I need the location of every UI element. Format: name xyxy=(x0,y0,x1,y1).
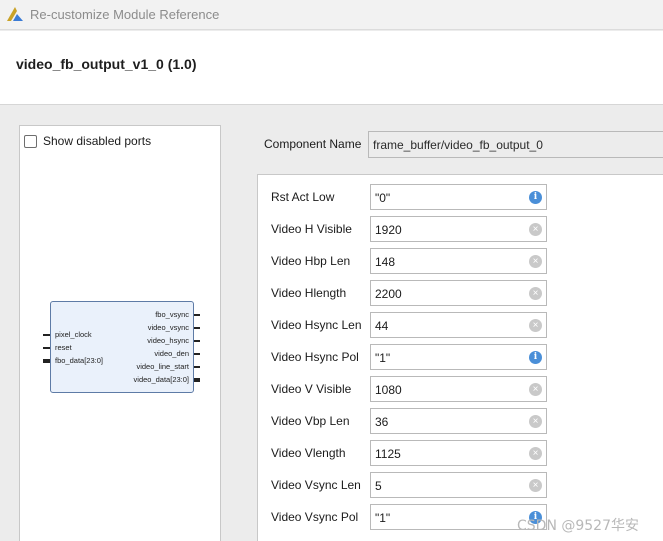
parameter-value: 1125 xyxy=(375,447,401,461)
parameter-label: Video Vbp Len xyxy=(271,414,350,428)
show-disabled-ports-label: Show disabled ports xyxy=(43,134,152,148)
parameter-value-field[interactable]: "1" i xyxy=(370,344,547,370)
clear-icon[interactable]: × xyxy=(529,319,542,332)
input-port-label: pixel_clock xyxy=(55,330,92,339)
parameter-value: "1" xyxy=(375,351,391,365)
clear-icon[interactable]: × xyxy=(529,223,542,236)
parameter-value-field[interactable]: 1125 × xyxy=(370,440,547,466)
clear-icon[interactable]: × xyxy=(529,383,542,396)
output-port-stub xyxy=(194,327,200,329)
parameter-row: Video Vlength 1125 × xyxy=(258,440,663,466)
parameter-value-field[interactable]: 148 × xyxy=(370,248,547,274)
module-header: video_fb_output_v1_0 (1.0) xyxy=(0,31,663,105)
module-title: video_fb_output_v1_0 (1.0) xyxy=(16,56,197,72)
parameter-value: "0" xyxy=(375,191,391,205)
parameter-value: 2200 xyxy=(375,287,402,301)
clear-icon[interactable]: × xyxy=(529,255,542,268)
component-name-field[interactable]: frame_buffer/video_fb_output_0 xyxy=(368,131,663,158)
info-icon: i xyxy=(529,351,542,364)
input-port-stub xyxy=(43,359,50,363)
output-port-stub xyxy=(194,366,200,368)
clear-icon[interactable]: × xyxy=(529,479,542,492)
vivado-logo-icon xyxy=(7,7,23,21)
parameter-label: Video Hsync Pol xyxy=(271,350,359,364)
input-port-stub xyxy=(43,347,50,349)
output-port-stub xyxy=(194,378,200,382)
output-port-stub xyxy=(194,340,200,342)
output-port-label: video_hsync xyxy=(147,336,189,345)
parameter-value: "1" xyxy=(375,511,391,525)
parameter-row: Rst Act Low "0" i xyxy=(258,184,663,210)
parameter-value: 5 xyxy=(375,479,382,493)
show-disabled-ports-checkbox[interactable] xyxy=(24,134,37,148)
parameter-value: 1080 xyxy=(375,383,402,397)
parameter-label: Rst Act Low xyxy=(271,190,335,204)
parameter-value-field[interactable]: 36 × xyxy=(370,408,547,434)
parameter-row: Video Hbp Len 148 × xyxy=(258,248,663,274)
parameter-value-field[interactable]: 1080 × xyxy=(370,376,547,402)
output-port-stub xyxy=(194,353,200,355)
parameter-row: Video Hsync Pol "1" i xyxy=(258,344,663,370)
parameter-value: 44 xyxy=(375,319,389,333)
component-name-label: Component Name xyxy=(264,137,362,151)
parameter-row: Video Hsync Len 44 × xyxy=(258,312,663,338)
clear-icon[interactable]: × xyxy=(529,415,542,428)
ip-symbol-panel: Show disabled ports pixel_clockreset fbo_… xyxy=(19,125,221,541)
parameter-label: Video V Visible xyxy=(271,382,352,396)
output-port-stub xyxy=(194,314,200,316)
parameter-value: 36 xyxy=(375,415,389,429)
parameter-row: Video Vsync Len 5 × xyxy=(258,472,663,498)
parameter-row: Video H Visible 1920 × xyxy=(258,216,663,242)
parameters-panel: Rst Act Low "0" i Video H Visible 1920 × Video… xyxy=(257,174,663,541)
parameter-label: Video H Visible xyxy=(271,222,352,236)
parameter-label: Video Hlength xyxy=(271,286,347,300)
parameter-value-field[interactable]: "0" i xyxy=(370,184,547,210)
input-port-label: reset xyxy=(55,343,72,352)
parameter-label: Video Hbp Len xyxy=(271,254,351,268)
clear-icon[interactable]: × xyxy=(529,447,542,460)
output-port-label: fbo_vsync xyxy=(155,310,189,319)
parameter-value-field[interactable]: 44 × xyxy=(370,312,547,338)
parameter-row: Video V Visible 1080 × xyxy=(258,376,663,402)
parameter-value-field[interactable]: 2200 × xyxy=(370,280,547,306)
ip-symbol-block: pixel_clockreset fbo_data[23:0] fbo_vsyncv… xyxy=(43,301,200,393)
parameter-label: Video Vlength xyxy=(271,446,346,460)
output-port-label: video_den xyxy=(154,349,189,358)
parameter-value: 148 xyxy=(375,255,396,269)
window-titlebar: Re-customize Module Reference xyxy=(0,0,663,30)
parameter-label: Video Vsync Len xyxy=(271,478,361,492)
info-icon: i xyxy=(529,191,542,204)
parameter-value-field[interactable]: 5 × xyxy=(370,472,547,498)
parameter-row: Video Hlength 2200 × xyxy=(258,280,663,306)
parameter-label: Video Hsync Len xyxy=(271,318,362,332)
show-disabled-ports-toggle[interactable]: Show disabled ports xyxy=(24,133,151,149)
output-port-label: video_data[23:0] xyxy=(133,375,189,384)
parameter-label: Video Vsync Pol xyxy=(271,510,359,524)
window-title: Re-customize Module Reference xyxy=(30,7,220,22)
input-port-stub xyxy=(43,334,50,336)
parameter-value: 1920 xyxy=(375,223,402,237)
output-port-label: video_vsync xyxy=(147,323,189,332)
parameter-row: Video Vbp Len 36 × xyxy=(258,408,663,434)
input-port-label: fbo_data[23:0] xyxy=(55,356,103,365)
clear-icon[interactable]: × xyxy=(529,287,542,300)
watermark: CSDN @9527华安 xyxy=(517,518,639,534)
output-port-label: video_line_start xyxy=(136,362,189,371)
parameter-value-field[interactable]: 1920 × xyxy=(370,216,547,242)
